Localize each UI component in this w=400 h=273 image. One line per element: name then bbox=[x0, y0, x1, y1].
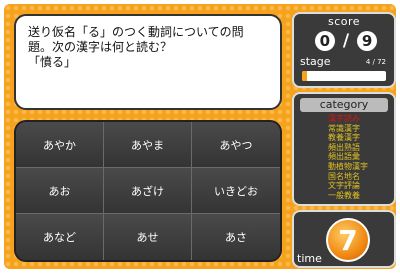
category-item: 頻出語彙 bbox=[328, 152, 360, 162]
score-panel: score 0 / 9 stage 4 / 72 bbox=[292, 12, 396, 88]
score-display: 0 / 9 bbox=[306, 30, 386, 52]
category-item: 動植物漢字 bbox=[328, 161, 368, 171]
score-total: 9 bbox=[357, 31, 378, 51]
answer-option-9[interactable]: あさ bbox=[192, 214, 280, 260]
category-title: category bbox=[300, 98, 388, 112]
category-panel: category 漢字読み 常識漢字 教養漢字 頻出熟語 頻出語彙 動植物漢字 国名地名 文字… bbox=[292, 92, 396, 206]
time-label: time bbox=[297, 252, 322, 265]
answer-option-8[interactable]: あせ bbox=[104, 214, 192, 260]
game-frame: 送り仮名「る」のつく動詞についての問 題。次の漢字は何と読む？ 「憤る」 あやか… bbox=[4, 4, 396, 269]
category-item: 頻出熟語 bbox=[328, 142, 360, 152]
category-item: 一般教養 bbox=[328, 190, 360, 200]
category-list: 漢字読み 常識漢字 教養漢字 頻出熟語 頻出語彙 動植物漢字 国名地名 文字評論 一般教養 bbox=[328, 114, 388, 200]
score-title: score bbox=[327, 15, 361, 28]
answer-option-1[interactable]: あやか bbox=[16, 122, 104, 168]
answer-grid: あやか あやま あやつ あお あざけ いきどお あなど あせ あさ bbox=[14, 120, 282, 262]
time-panel: time 7 bbox=[292, 210, 396, 268]
question-text-line-2: 題。次の漢字は何と読む？ bbox=[28, 40, 173, 54]
timer-countdown: 7 bbox=[326, 218, 370, 262]
category-item: 常識漢字 bbox=[328, 123, 360, 133]
category-item: 漢字読み bbox=[328, 114, 360, 123]
question-kanji: 「憤る」 bbox=[28, 55, 77, 69]
category-item: 文字評論 bbox=[328, 181, 360, 191]
stage-progress-bar bbox=[302, 71, 386, 81]
question-text-line-1: 送り仮名「る」のつく動詞についての問 bbox=[28, 25, 244, 39]
answer-option-3[interactable]: あやつ bbox=[192, 122, 280, 168]
answer-option-5[interactable]: あざけ bbox=[104, 168, 192, 214]
answer-option-2[interactable]: あやま bbox=[104, 122, 192, 168]
question-box: 送り仮名「る」のつく動詞についての問 題。次の漢字は何と読む？ 「憤る」 bbox=[14, 14, 282, 110]
answer-option-7[interactable]: あなど bbox=[16, 214, 104, 260]
stage-label: stage bbox=[300, 55, 331, 68]
answer-option-4[interactable]: あお bbox=[16, 168, 104, 214]
score-correct: 0 bbox=[314, 31, 335, 51]
stage-progress-fill bbox=[302, 71, 308, 81]
category-item: 国名地名 bbox=[328, 171, 360, 181]
score-separator: / bbox=[342, 31, 350, 51]
stage-value: 4 / 72 bbox=[365, 58, 386, 66]
answer-option-6[interactable]: いきどお bbox=[192, 168, 280, 214]
category-item: 教養漢字 bbox=[328, 133, 360, 143]
